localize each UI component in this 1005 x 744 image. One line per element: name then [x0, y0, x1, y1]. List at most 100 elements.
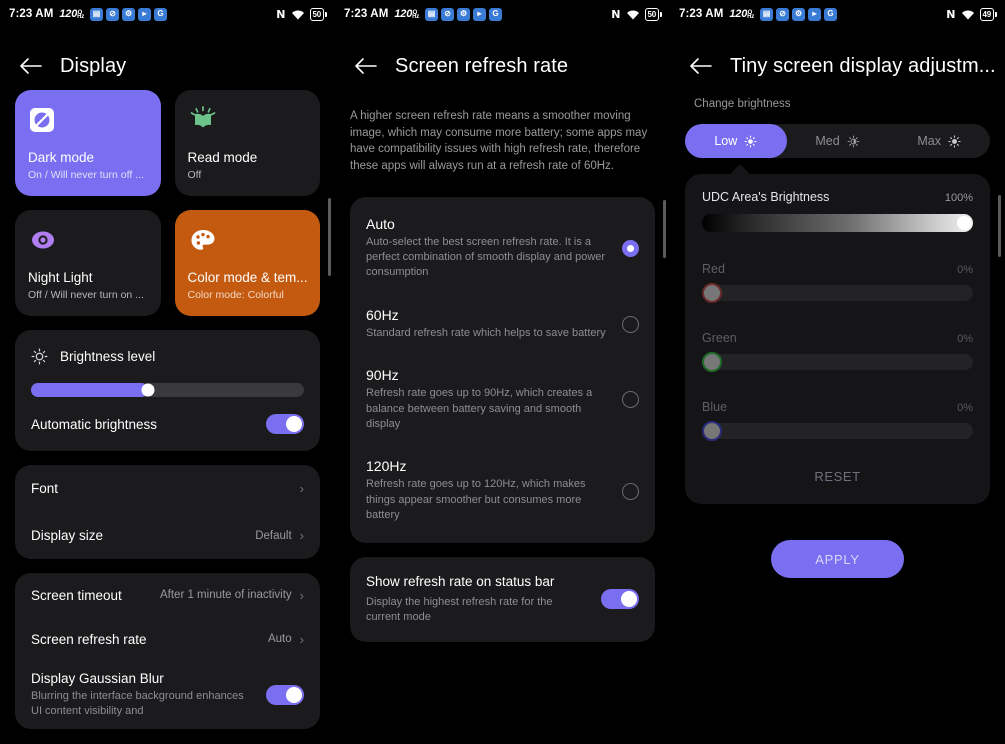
- option-60hz[interactable]: 60Hz Standard refresh rate which helps t…: [350, 294, 655, 354]
- show-refresh-desc: Display the highest refresh rate for the…: [366, 595, 553, 624]
- status-time: 7:23 AM: [9, 8, 54, 20]
- tile-dark-mode[interactable]: Dark mode On / Will never turn off ...: [15, 90, 161, 196]
- page-title: Tiny screen display adjustm...: [730, 54, 996, 77]
- udc-slider-thumb[interactable]: [957, 216, 971, 230]
- scrollbar-screen2[interactable]: [663, 200, 666, 258]
- option-title: Auto: [366, 215, 395, 232]
- show-refresh-toggle[interactable]: [601, 589, 639, 610]
- play-store-icon: ▸: [808, 7, 822, 21]
- reset-button[interactable]: RESET: [702, 439, 973, 490]
- screen-options-card: Screen timeout After 1 minute of inactiv…: [15, 573, 320, 729]
- option-desc: Standard refresh rate which helps to sav…: [366, 326, 606, 339]
- radio-120hz[interactable]: [622, 482, 639, 500]
- read-mode-icon: [188, 103, 309, 137]
- show-refresh-rate-card[interactable]: Show refresh rate on status bar Display …: [350, 556, 655, 642]
- tile-title: Dark mode: [28, 150, 95, 165]
- udc-brightness-slider[interactable]: [702, 214, 973, 232]
- red-value: 0%: [957, 264, 973, 276]
- battery-indicator: 50: [644, 7, 662, 21]
- option-desc: Auto-select the best screen refresh rate…: [366, 235, 606, 279]
- tile-night-light[interactable]: Night Light Off / Will never turn on ...: [15, 210, 161, 316]
- gear-icon: ⚙: [457, 7, 471, 21]
- green-value: 0%: [957, 333, 973, 345]
- row-label: Font: [31, 481, 59, 496]
- night-light-icon: [28, 223, 149, 257]
- gaussian-desc: Blurring the interface background enhanc…: [31, 690, 244, 717]
- play-store-icon: ▸: [473, 7, 487, 21]
- option-title: 60Hz: [366, 306, 399, 323]
- blue-row: Blue 0%: [702, 400, 973, 414]
- green-slider[interactable]: [702, 352, 973, 372]
- row-screen-timeout[interactable]: Screen timeout After 1 minute of inactiv…: [31, 573, 304, 617]
- back-arrow-icon[interactable]: [351, 51, 381, 81]
- option-title: 120Hz: [366, 458, 407, 475]
- apply-button[interactable]: APPLY: [771, 540, 904, 578]
- tile-read-mode[interactable]: Read mode Off: [174, 90, 320, 196]
- radio-auto[interactable]: [622, 239, 639, 257]
- red-slider-thumb[interactable]: [702, 283, 722, 303]
- red-slider[interactable]: [702, 283, 973, 303]
- tile-color-mode[interactable]: Color mode & tem... Color mode: Colorful: [174, 210, 320, 316]
- option-90hz[interactable]: 90Hz Refresh rate goes up to 90Hz, which…: [350, 354, 655, 445]
- brightness-card: Brightness level Automatic brightness: [15, 330, 320, 451]
- row-display-size[interactable]: Display size Default ›: [31, 512, 304, 559]
- radio-90hz[interactable]: [622, 391, 639, 409]
- toggle-knob: [286, 416, 302, 432]
- blue-slider[interactable]: [702, 421, 973, 441]
- battery-tip: [995, 11, 997, 17]
- gear-icon: ⚙: [792, 7, 806, 21]
- brightness-label: Brightness level: [60, 349, 156, 364]
- chevron-right-icon: ›: [299, 528, 304, 543]
- segment-low[interactable]: Low: [685, 124, 787, 158]
- status-bar: 7:23 AM 120OHz ▤ ⊘ ⚙ ▸ G N 50: [335, 0, 670, 28]
- blue-slider-thumb[interactable]: [702, 421, 722, 441]
- option-text: 120Hz Refresh rate goes up to 120Hz, whi…: [366, 458, 622, 523]
- tile-subtitle: Color mode: Colorful: [187, 289, 284, 301]
- palette-icon: [188, 223, 309, 257]
- row-value: Default: [255, 529, 292, 542]
- back-arrow-icon[interactable]: [16, 51, 46, 81]
- segment-label: Max: [917, 134, 941, 148]
- scrollbar-screen1[interactable]: [328, 198, 331, 276]
- brightness-segmented-control: Low Med Max: [685, 124, 990, 158]
- status-bar: 7:23 AM 120OHz ▤ ⊘ ⚙ ▸ G N 49: [670, 0, 1005, 28]
- status-time: 7:23 AM: [679, 8, 724, 20]
- back-arrow-icon[interactable]: [686, 51, 716, 81]
- battery-level: 49: [979, 7, 994, 21]
- brightness-slider-fill: [31, 383, 149, 397]
- status-right-icons: N 49: [946, 7, 997, 21]
- option-120hz[interactable]: 120Hz Refresh rate goes up to 120Hz, whi…: [350, 445, 655, 536]
- row-gaussian-blur[interactable]: Display Gaussian Blur Blurring the inter…: [31, 661, 304, 729]
- status-app-icons: ▤ ⊘ ⚙ ▸ G: [425, 7, 503, 21]
- brightness-slider-thumb[interactable]: [141, 383, 155, 397]
- brightness-icon: [31, 348, 48, 365]
- gaussian-blur-toggle[interactable]: [266, 685, 304, 705]
- tile-row-2: Night Light Off / Will never turn on ...…: [15, 210, 320, 316]
- segment-max[interactable]: Max: [888, 124, 990, 158]
- tile-subtitle: On / Will never turn off ...: [28, 169, 144, 181]
- auto-brightness-toggle[interactable]: [266, 414, 304, 434]
- green-slider-thumb[interactable]: [702, 352, 722, 372]
- chevron-right-icon: ›: [299, 631, 304, 647]
- brightness-slider[interactable]: [31, 383, 304, 397]
- option-auto[interactable]: Auto Auto-select the best screen refresh…: [350, 203, 655, 294]
- page-title: Display: [60, 54, 127, 77]
- segment-med[interactable]: Med: [787, 124, 889, 158]
- auto-brightness-row[interactable]: Automatic brightness: [31, 397, 304, 451]
- battery-level: 50: [309, 7, 324, 21]
- option-text: 90Hz Refresh rate goes up to 90Hz, which…: [366, 367, 622, 432]
- segment-label: Med: [815, 134, 840, 148]
- google-icon: G: [154, 7, 168, 21]
- radio-60hz[interactable]: [622, 315, 639, 333]
- nfc-icon: N: [611, 7, 621, 21]
- sim-icon: ▤: [425, 7, 439, 21]
- row-screen-refresh-rate[interactable]: Screen refresh rate Auto ›: [31, 617, 304, 661]
- toggle-knob: [621, 591, 637, 608]
- udc-brightness-value: 100%: [944, 192, 973, 204]
- screens-container: 7:23 AM 120OHz ▤ ⊘ ⚙ ▸ G N 50 Display Da…: [0, 0, 1005, 744]
- google-icon: G: [489, 7, 503, 21]
- status-refresh-rate: 120OHz: [59, 8, 85, 20]
- option-text: Auto Auto-select the best screen refresh…: [366, 216, 622, 281]
- scrollbar-screen3[interactable]: [998, 195, 1001, 257]
- row-font[interactable]: Font ›: [31, 465, 304, 512]
